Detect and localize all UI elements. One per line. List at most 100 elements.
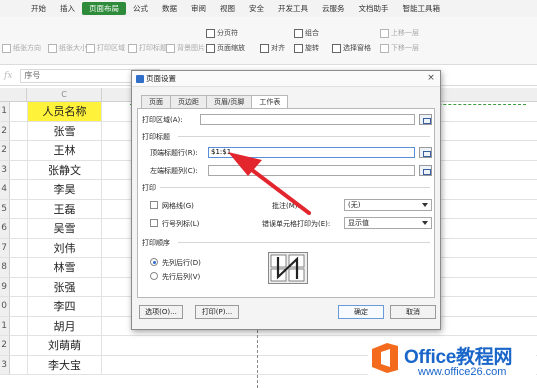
- print-area-icon: [86, 43, 95, 53]
- gridlines-checkbox[interactable]: [150, 201, 158, 209]
- row-number[interactable]: 1: [0, 102, 10, 121]
- divider: [178, 242, 430, 243]
- row-number[interactable]: 0: [0, 297, 10, 316]
- cell-errors-select[interactable]: 显示值: [344, 217, 432, 229]
- name-cell[interactable]: 李昊: [27, 180, 102, 199]
- down-then-over-label: 先列后行(D): [162, 259, 201, 267]
- options-button[interactable]: 选项(O)...: [139, 305, 183, 319]
- name-cell[interactable]: 张静文: [27, 160, 102, 179]
- top-rows-collapse-icon[interactable]: [419, 147, 432, 158]
- send-backward-button[interactable]: 下移一层: [380, 43, 419, 53]
- menu-smart-toolbox[interactable]: 智能工具箱: [396, 2, 448, 15]
- corner-header[interactable]: [0, 88, 27, 102]
- name-cell[interactable]: 张雪: [27, 121, 102, 140]
- page-break-button[interactable]: 分页符: [206, 28, 238, 38]
- menu-page-layout[interactable]: 页面布局: [82, 2, 126, 15]
- row-number[interactable]: 5: [0, 199, 10, 218]
- name-cell[interactable]: 林雪: [27, 258, 102, 277]
- name-cell[interactable]: 王林: [27, 141, 102, 160]
- row-number[interactable]: 4: [0, 180, 10, 199]
- background-button[interactable]: 背景图片: [166, 43, 205, 53]
- name-cell[interactable]: 刘伟: [27, 238, 102, 257]
- name-cell[interactable]: 李四: [27, 297, 102, 316]
- tab-sheet[interactable]: 工作表: [251, 95, 289, 109]
- name-cell[interactable]: 王磊: [27, 199, 102, 218]
- fx-icon[interactable]: fx: [4, 71, 12, 81]
- paper-size-icon: [48, 43, 57, 53]
- divider: [160, 187, 430, 188]
- menu-formulas[interactable]: 公式: [126, 2, 155, 15]
- row-number[interactable]: 7: [0, 238, 10, 257]
- left-cols-input[interactable]: [208, 165, 415, 176]
- left-cols-collapse-icon[interactable]: [419, 165, 432, 176]
- row-number[interactable]: 6: [0, 219, 10, 238]
- column-header-c[interactable]: C: [27, 88, 102, 102]
- menu-view[interactable]: 视图: [213, 2, 242, 15]
- page-zoom-button[interactable]: 页面缩放: [206, 43, 245, 53]
- name-cell[interactable]: 胡月: [27, 316, 102, 335]
- name-cell[interactable]: 张强: [27, 277, 102, 296]
- top-rows-input[interactable]: $1:$1: [208, 147, 415, 158]
- align-icon: [260, 43, 269, 53]
- chevron-down-icon: [422, 221, 428, 225]
- menu-data[interactable]: 数据: [155, 2, 184, 15]
- row-number[interactable]: 1: [0, 316, 10, 335]
- row-col-headers-label: 行号列标(L): [162, 220, 200, 228]
- orientation-button[interactable]: 纸张方向: [2, 43, 41, 53]
- menu-developer[interactable]: 开发工具: [271, 2, 315, 15]
- page-break-line: [257, 325, 258, 388]
- rotate-button[interactable]: 旋转: [294, 43, 319, 53]
- dialog-tabs: 页面 页边距 页眉/页脚 工作表: [141, 95, 289, 109]
- row-col-headers-checkbox[interactable]: [150, 219, 158, 227]
- watermark-title: Office教程网: [404, 347, 513, 368]
- selection-pane-icon: [332, 43, 341, 53]
- selection-pane-button[interactable]: 选择窗格: [332, 43, 371, 53]
- print-button[interactable]: 打印(P)...: [195, 305, 239, 319]
- group-button[interactable]: 组合: [294, 28, 319, 38]
- watermark-logo: Office教程网 www.office26.com: [368, 342, 536, 386]
- print-heading: 打印: [142, 184, 156, 192]
- print-area-collapse-icon[interactable]: [419, 114, 432, 125]
- print-area-button[interactable]: 打印区域: [86, 43, 125, 53]
- send-backward-icon: [380, 43, 389, 53]
- ok-button[interactable]: 确定: [338, 305, 384, 319]
- print-titles-icon: [128, 43, 137, 53]
- menu-home[interactable]: 开始: [24, 2, 53, 15]
- align-button[interactable]: 对齐: [260, 43, 285, 53]
- close-icon[interactable]: ×: [425, 73, 437, 84]
- comments-select[interactable]: (无): [344, 199, 432, 211]
- print-titles-button[interactable]: 打印标题: [128, 43, 167, 53]
- tab-header-footer[interactable]: 页眉/页脚: [206, 95, 253, 108]
- menu-doc-assistant[interactable]: 文档助手: [352, 2, 396, 15]
- name-cell[interactable]: 刘萌萌: [27, 336, 102, 355]
- row-number[interactable]: 9: [0, 277, 10, 296]
- menu-cloud[interactable]: 云服务: [315, 2, 352, 15]
- row-number[interactable]: 8: [0, 258, 10, 277]
- gridlines-label: 网格线(G): [162, 202, 194, 210]
- print-area-input[interactable]: [200, 114, 415, 125]
- name-cell[interactable]: 李大宝: [27, 355, 102, 374]
- row-number[interactable]: 3: [0, 355, 10, 374]
- over-then-down-label: 先行后列(V): [162, 273, 201, 281]
- orientation-icon: [2, 43, 11, 53]
- menu-bar: 开始 插入 页面布局 公式 数据 审阅 视图 安全 开发工具 云服务 文档助手 …: [0, 0, 537, 17]
- menu-insert[interactable]: 插入: [53, 2, 82, 15]
- tab-margins[interactable]: 页边距: [170, 95, 207, 108]
- menu-security[interactable]: 安全: [242, 2, 271, 15]
- bring-forward-button[interactable]: 上移一层: [380, 28, 419, 38]
- row-number[interactable]: 2: [0, 121, 10, 140]
- name-cell[interactable]: 吴雪: [27, 219, 102, 238]
- row-number[interactable]: 3: [0, 160, 10, 179]
- cancel-button[interactable]: 取消: [390, 305, 436, 319]
- paper-size-button[interactable]: 纸张大小: [48, 43, 87, 53]
- row-number[interactable]: 2: [0, 336, 10, 355]
- header-cell[interactable]: 人员名称: [27, 102, 102, 121]
- sheet-panel: 打印区域(A): 打印标题 顶端标题行(R): $1:$1 左端标题列(C): …: [137, 108, 435, 298]
- menu-review[interactable]: 审阅: [184, 2, 213, 15]
- page-zoom-icon: [206, 43, 215, 53]
- page-order-preview-icon: [268, 252, 308, 284]
- tab-page[interactable]: 页面: [141, 95, 171, 108]
- down-then-over-radio[interactable]: [150, 258, 158, 266]
- row-number[interactable]: 2: [0, 141, 10, 160]
- over-then-down-radio[interactable]: [150, 272, 158, 280]
